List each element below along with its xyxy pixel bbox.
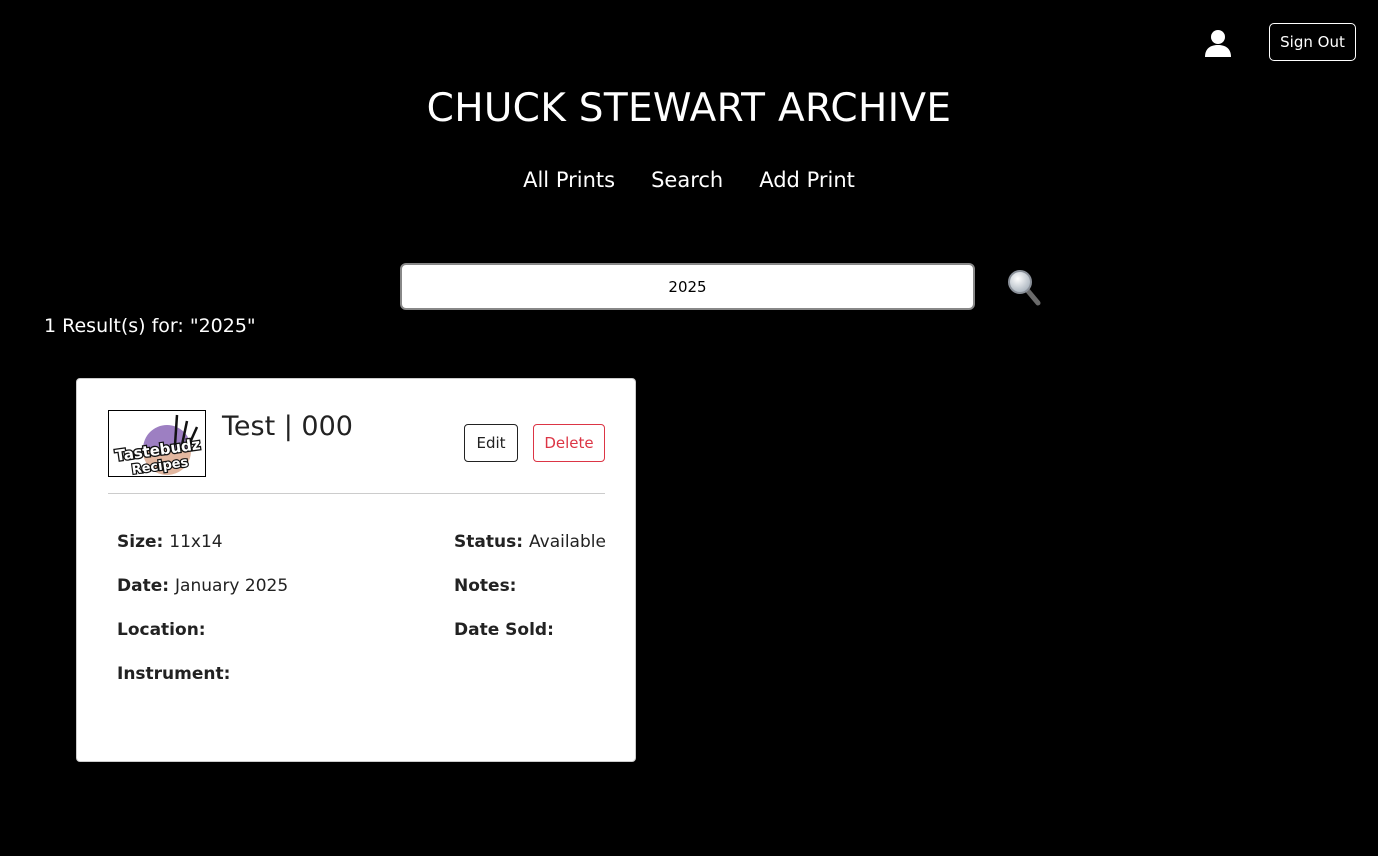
results-count: 1 Result(s) for: "2025" bbox=[44, 315, 256, 337]
card-divider bbox=[108, 493, 605, 494]
nav-search[interactable]: Search bbox=[651, 168, 723, 192]
field-instrument: Instrument: bbox=[117, 664, 236, 684]
search-input[interactable] bbox=[400, 263, 975, 310]
field-size-value: 11x14 bbox=[169, 532, 223, 552]
sign-out-button[interactable]: Sign Out bbox=[1269, 23, 1356, 61]
field-status: Status: Available bbox=[454, 532, 606, 552]
user-icon[interactable] bbox=[1203, 28, 1233, 58]
edit-button[interactable]: Edit bbox=[464, 424, 518, 462]
field-location: Location: bbox=[117, 620, 212, 640]
field-size: Size: 11x14 bbox=[117, 532, 223, 552]
page: Sign Out CHUCK STEWART ARCHIVE All Print… bbox=[0, 0, 1378, 856]
delete-button[interactable]: Delete bbox=[533, 424, 605, 462]
print-card: Tastebudz Recipes Test | 000 Edit Delete… bbox=[76, 378, 636, 762]
main-nav: All Prints Search Add Print bbox=[0, 168, 1378, 192]
field-date-value: January 2025 bbox=[175, 576, 289, 596]
site-title: CHUCK STEWART ARCHIVE bbox=[426, 86, 952, 131]
print-title: Test | 000 bbox=[222, 411, 353, 442]
print-thumbnail[interactable]: Tastebudz Recipes bbox=[108, 410, 206, 477]
field-size-label: Size: bbox=[117, 532, 164, 552]
field-date-label: Date: bbox=[117, 576, 170, 596]
field-location-label: Location: bbox=[117, 620, 206, 640]
field-status-value: Available bbox=[529, 532, 606, 552]
field-instrument-label: Instrument: bbox=[117, 664, 231, 684]
field-date-sold: Date Sold: bbox=[454, 620, 560, 640]
magnifying-glass-icon[interactable] bbox=[1006, 268, 1042, 306]
field-status-label: Status: bbox=[454, 532, 523, 552]
nav-add-print[interactable]: Add Print bbox=[759, 168, 855, 192]
nav-all-prints[interactable]: All Prints bbox=[523, 168, 615, 192]
field-notes-label: Notes: bbox=[454, 576, 517, 596]
field-date-sold-label: Date Sold: bbox=[454, 620, 554, 640]
field-notes: Notes: bbox=[454, 576, 522, 596]
field-date: Date: January 2025 bbox=[117, 576, 288, 596]
